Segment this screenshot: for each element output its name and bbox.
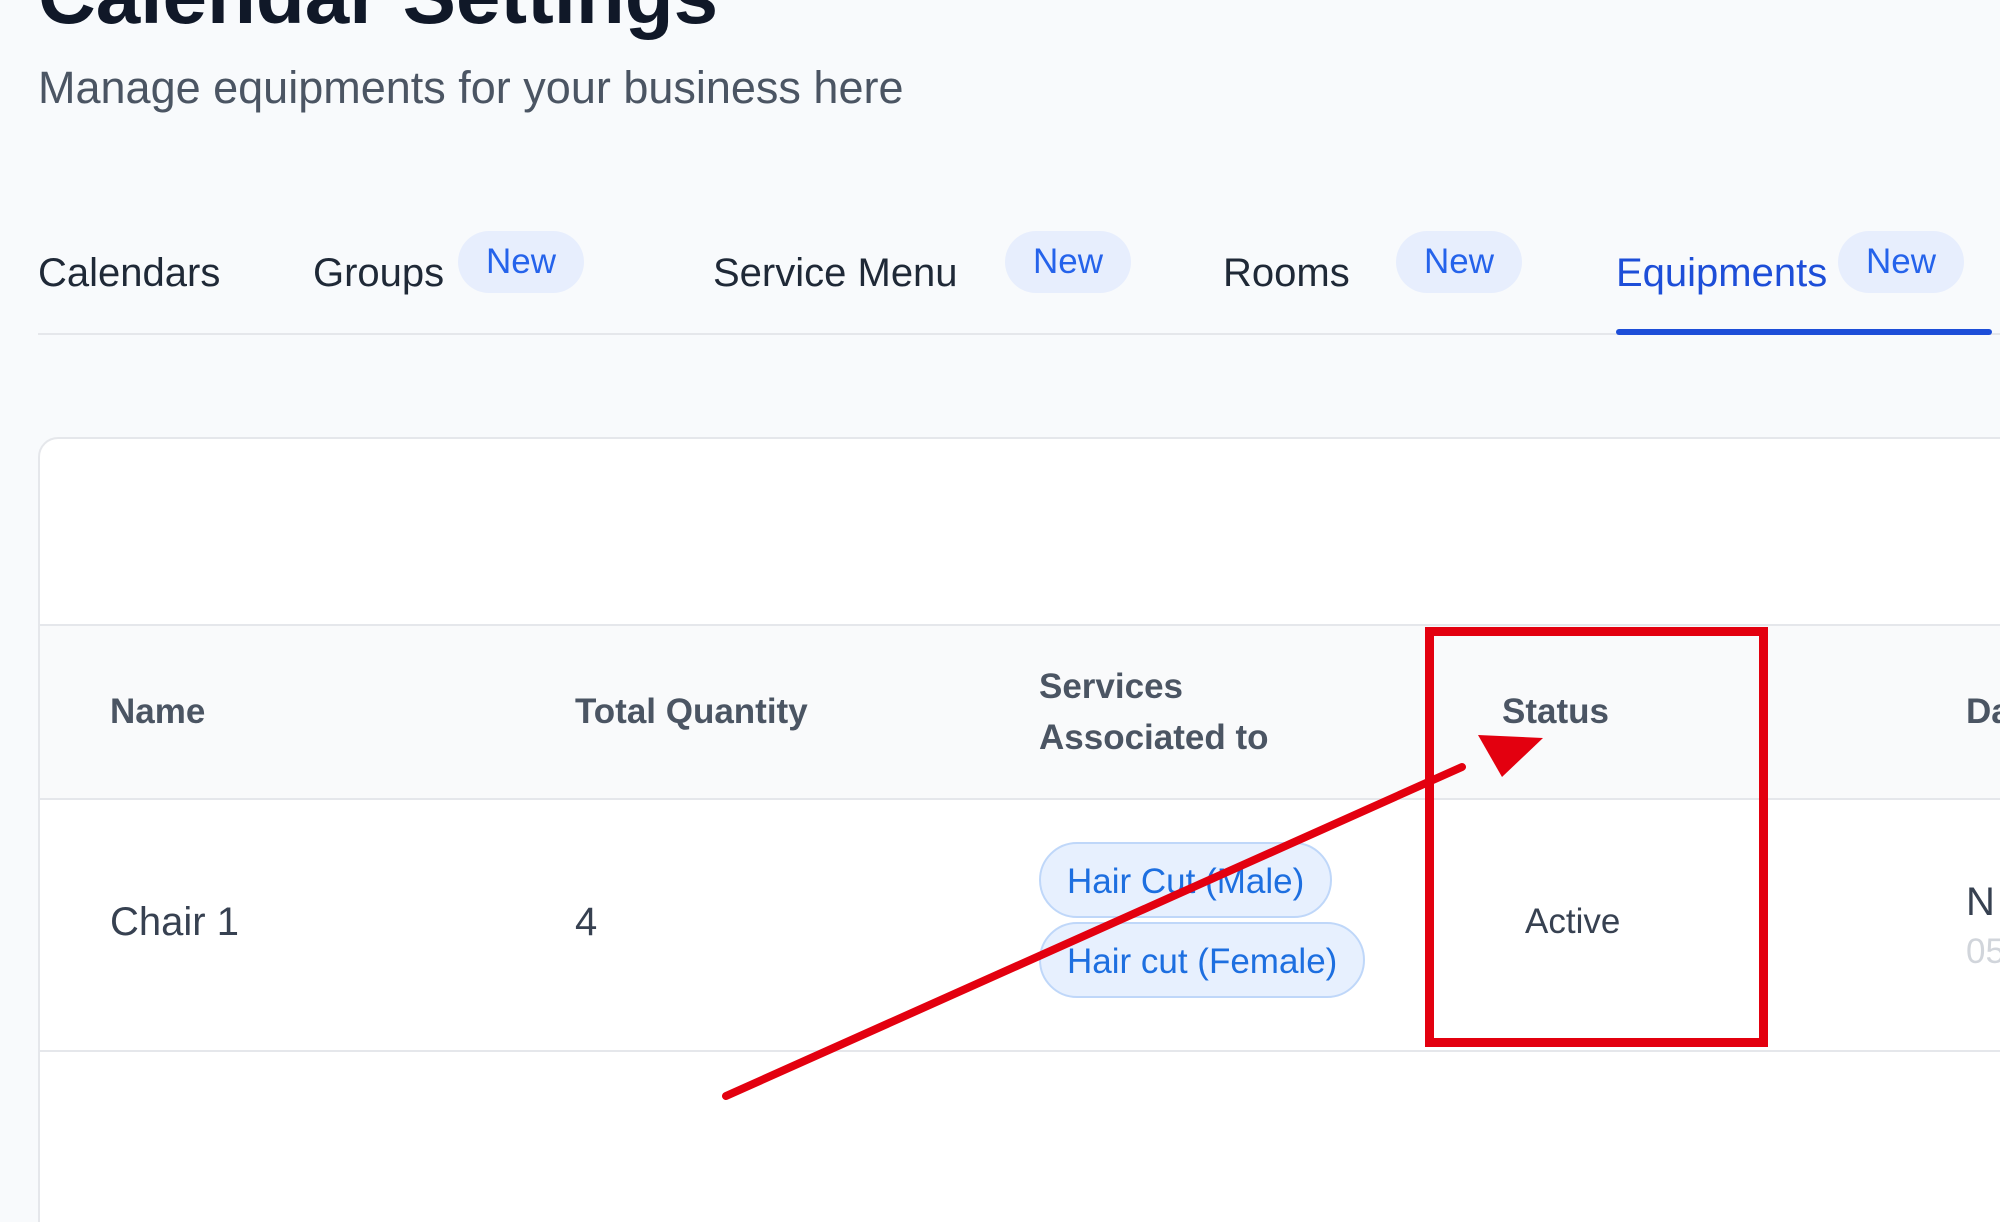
tab-label: Rooms xyxy=(1223,251,1350,295)
tab-rooms[interactable]: Rooms New xyxy=(1223,225,1533,333)
column-header-services-line2[interactable]: Associated to xyxy=(1039,712,1269,764)
column-header-total-quantity[interactable]: Total Quantity xyxy=(575,686,808,738)
column-header-status[interactable]: Status xyxy=(1502,686,1609,738)
new-badge: New xyxy=(1005,231,1132,293)
calendar-settings-page: Calendar Settings Manage equipments for … xyxy=(0,0,2000,1222)
equipment-name: Chair 1 xyxy=(110,900,239,944)
new-badge: New xyxy=(458,231,585,293)
table-row[interactable]: Chair 1 4 Hair Cut (Male) Hair cut (Fema… xyxy=(40,798,2000,1052)
column-header-date[interactable]: Da xyxy=(1966,686,2000,738)
tab-label: Calendars xyxy=(38,251,221,295)
date-subvalue: 05 xyxy=(1966,932,2000,971)
equipment-quantity: 4 xyxy=(575,900,598,944)
tab-service-menu[interactable]: Service Menu New xyxy=(713,225,1133,333)
date-value: N xyxy=(1966,880,1995,924)
new-badge: New xyxy=(1838,231,1965,293)
tab-label: Groups xyxy=(313,251,445,295)
tab-groups[interactable]: Groups New xyxy=(313,225,623,333)
tab-label: Equipments xyxy=(1616,251,1828,295)
service-chip: Hair cut (Female) xyxy=(1039,922,1366,998)
equipments-card: Name Total Quantity Services Associated … xyxy=(38,437,2000,1222)
page-subtitle: Manage equipments for your business here xyxy=(38,62,904,113)
settings-tabs: Calendars Groups New Service Menu New Ro… xyxy=(38,225,2000,335)
new-badge: New xyxy=(1396,231,1523,293)
tab-calendars[interactable]: Calendars xyxy=(38,225,258,333)
tab-label: Service Menu xyxy=(713,251,958,295)
active-tab-indicator xyxy=(1616,329,1992,335)
tab-equipments[interactable]: Equipments New xyxy=(1616,225,1992,335)
column-header-services-line1[interactable]: Services xyxy=(1039,661,1183,713)
table-header-row: Name Total Quantity Services Associated … xyxy=(40,624,2000,800)
status-value: Active xyxy=(1525,902,1621,941)
page-title: Calendar Settings xyxy=(38,0,718,44)
service-chip: Hair Cut (Male) xyxy=(1039,842,1333,918)
column-header-name[interactable]: Name xyxy=(110,686,205,738)
